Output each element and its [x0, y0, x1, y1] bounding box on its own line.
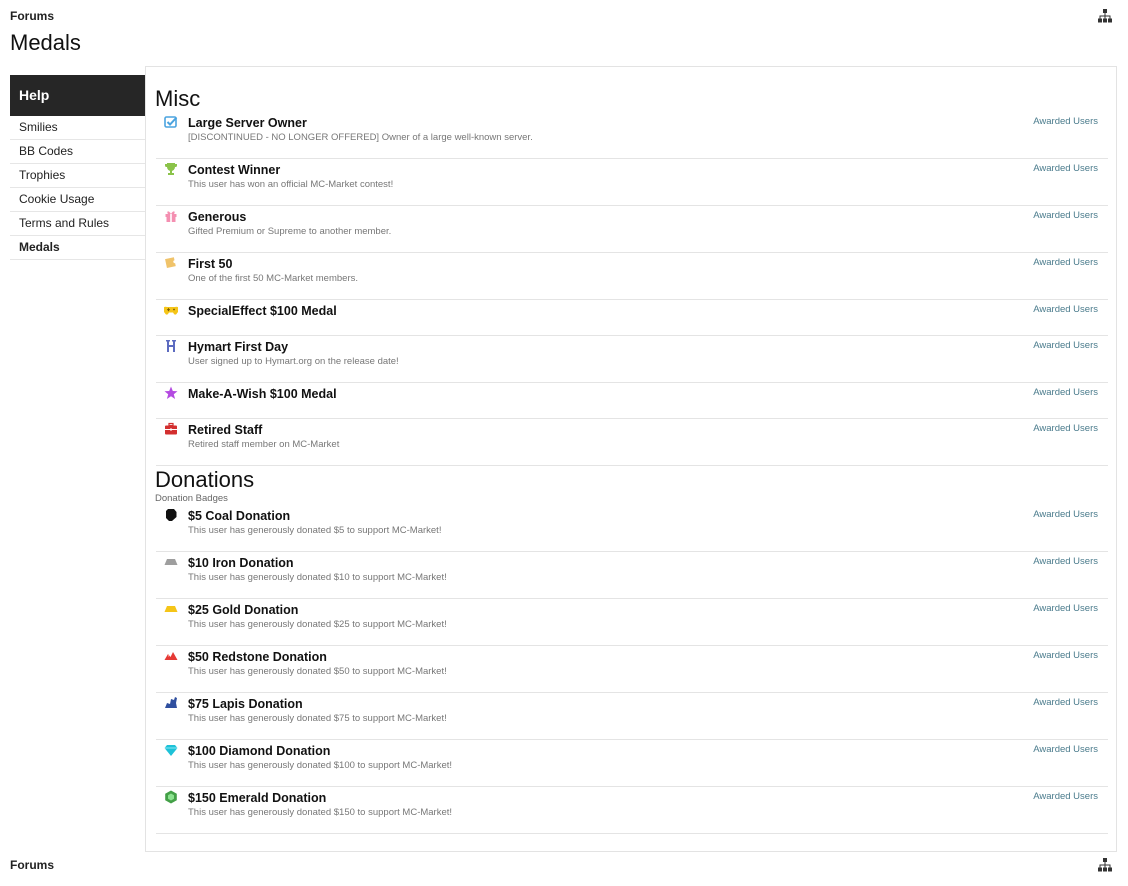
- medal-description: This user has generously donated $5 to s…: [188, 525, 442, 536]
- medal-row-contest-winner: Contest Winner This user has won an offic…: [156, 159, 1108, 206]
- medal-row-retired-staff: Retired Staff Retired staff member on MC-…: [156, 419, 1108, 466]
- awarded-users-link[interactable]: Awarded Users: [1033, 257, 1098, 268]
- medal-description: Gifted Premium or Supreme to another mem…: [188, 226, 392, 237]
- medal-name: $50 Redstone Donation: [188, 650, 327, 664]
- donations-medal-list: $5 Coal Donation This user has generously…: [156, 505, 1108, 834]
- gift-icon: [164, 209, 178, 223]
- medal-description: This user has generously donated $25 to …: [188, 619, 447, 630]
- sidebar-item-trophies[interactable]: Trophies: [10, 164, 145, 188]
- awarded-users-link[interactable]: Awarded Users: [1033, 650, 1098, 661]
- medal-description: One of the first 50 MC-Market members.: [188, 273, 358, 284]
- sidebar-item-smilies[interactable]: Smilies: [10, 116, 145, 140]
- sidebar-item-bb-codes[interactable]: BB Codes: [10, 140, 145, 164]
- medal-description: User signed up to Hymart.org on the rele…: [188, 356, 399, 367]
- medal-name: $5 Coal Donation: [188, 509, 291, 523]
- medal-name: $150 Emerald Donation: [188, 791, 327, 805]
- awarded-users-link[interactable]: Awarded Users: [1033, 340, 1098, 351]
- misc-medal-list: Large Server Owner [DISCONTINUED - NO LON…: [156, 112, 1108, 466]
- awarded-users-link[interactable]: Awarded Users: [1033, 603, 1098, 614]
- medal-description: This user has won an official MC-Market …: [188, 179, 394, 190]
- sidebar-item-terms-and-rules[interactable]: Terms and Rules: [10, 212, 145, 236]
- footer-breadcrumb-forums[interactable]: Forums: [10, 858, 54, 872]
- medal-description: [DISCONTINUED - NO LONGER OFFERED] Owner…: [188, 132, 533, 143]
- medal-description: This user has generously donated $75 to …: [188, 713, 447, 724]
- sitemap-icon[interactable]: [1098, 9, 1112, 23]
- medal-row-10-iron-donation: $10 Iron Donation This user has generousl…: [156, 552, 1108, 599]
- medal-name: Generous: [188, 210, 247, 224]
- awarded-users-link[interactable]: Awarded Users: [1033, 697, 1098, 708]
- medal-row-generous: Generous Gifted Premium or Supreme to ano…: [156, 206, 1108, 253]
- briefcase-icon: [164, 422, 178, 436]
- section-title-donations: Donations: [155, 467, 255, 492]
- emerald-icon: [164, 790, 178, 804]
- medal-description: This user has generously donated $100 to…: [188, 760, 453, 771]
- section-title-misc: Misc: [155, 86, 201, 111]
- awarded-users-link[interactable]: Awarded Users: [1033, 423, 1098, 434]
- medal-description: Retired staff member on MC-Market: [188, 439, 340, 450]
- medal-name: Large Server Owner: [188, 116, 307, 130]
- medal-description: This user has generously donated $50 to …: [188, 666, 447, 677]
- medal-row-150-emerald-donation: $150 Emerald Donation This user has gener…: [156, 787, 1108, 834]
- medal-row-make-a-wish-100-medal: Make-A-Wish $100 Medal Awarded Users: [156, 383, 1108, 419]
- medal-row-100-diamond-donation: $100 Diamond Donation This user has gener…: [156, 740, 1108, 787]
- breadcrumb-forums[interactable]: Forums: [10, 9, 54, 23]
- checkmark-icon: [164, 115, 178, 129]
- page-title: Medals: [10, 30, 81, 55]
- medal-name: SpecialEffect $100 Medal: [188, 304, 337, 318]
- gold-ingot-icon: [164, 602, 178, 616]
- ticket-icon: [164, 256, 178, 270]
- medal-row-25-gold-donation: $25 Gold Donation This user has generousl…: [156, 599, 1108, 646]
- awarded-users-link[interactable]: Awarded Users: [1033, 163, 1098, 174]
- sidebar-item-cookie-usage[interactable]: Cookie Usage: [10, 188, 145, 212]
- awarded-users-link[interactable]: Awarded Users: [1033, 744, 1098, 755]
- iron-ingot-icon: [164, 555, 178, 569]
- redstone-icon: [164, 649, 178, 663]
- medal-name: Contest Winner: [188, 163, 281, 177]
- help-sidebar: Help Smilies BB Codes Trophies Cookie Us…: [10, 75, 145, 260]
- awarded-users-link[interactable]: Awarded Users: [1033, 387, 1098, 398]
- awarded-users-link[interactable]: Awarded Users: [1033, 556, 1098, 567]
- medal-row-75-lapis-donation: $75 Lapis Donation This user has generous…: [156, 693, 1108, 740]
- awarded-users-link[interactable]: Awarded Users: [1033, 116, 1098, 127]
- footer-sitemap-icon[interactable]: [1098, 858, 1112, 872]
- awarded-users-link[interactable]: Awarded Users: [1033, 210, 1098, 221]
- sidebar-heading: Help: [10, 75, 145, 116]
- medal-name: First 50: [188, 257, 233, 271]
- coal-icon: [164, 508, 178, 522]
- medal-row-50-redstone-donation: $50 Redstone Donation This user has gener…: [156, 646, 1108, 693]
- medals-content: Misc Large Server Owner [DISCONTINUED - N…: [145, 66, 1117, 852]
- section-subtitle-donations: Donation Badges: [155, 493, 228, 504]
- hymart-icon: [164, 339, 178, 353]
- medal-name: $10 Iron Donation: [188, 556, 294, 570]
- awarded-users-link[interactable]: Awarded Users: [1033, 304, 1098, 315]
- medal-row-first-50: First 50 One of the first 50 MC-Market me…: [156, 253, 1108, 300]
- lapis-icon: [164, 696, 178, 710]
- medal-name: Make-A-Wish $100 Medal: [188, 387, 337, 401]
- awarded-users-link[interactable]: Awarded Users: [1033, 791, 1098, 802]
- diamond-icon: [164, 743, 178, 757]
- medal-row-hymart-first-day: Hymart First Day User signed up to Hymart…: [156, 336, 1108, 383]
- medal-description: This user has generously donated $10 to …: [188, 572, 447, 583]
- medal-name: $100 Diamond Donation: [188, 744, 331, 758]
- medal-row-large-server-owner: Large Server Owner [DISCONTINUED - NO LON…: [156, 112, 1108, 159]
- medal-row-5-coal-donation: $5 Coal Donation This user has generously…: [156, 505, 1108, 552]
- gamepad-icon: [164, 303, 178, 317]
- medal-name: Hymart First Day: [188, 340, 289, 354]
- medal-name: $25 Gold Donation: [188, 603, 299, 617]
- medal-description: This user has generously donated $150 to…: [188, 807, 453, 818]
- medal-row-specialeffect-100-medal: SpecialEffect $100 Medal Awarded Users: [156, 300, 1108, 336]
- awarded-users-link[interactable]: Awarded Users: [1033, 509, 1098, 520]
- sidebar-item-medals[interactable]: Medals: [10, 236, 145, 260]
- medal-name: $75 Lapis Donation: [188, 697, 303, 711]
- medal-name: Retired Staff: [188, 423, 263, 437]
- star-icon: [164, 386, 178, 400]
- trophy-icon: [164, 162, 178, 176]
